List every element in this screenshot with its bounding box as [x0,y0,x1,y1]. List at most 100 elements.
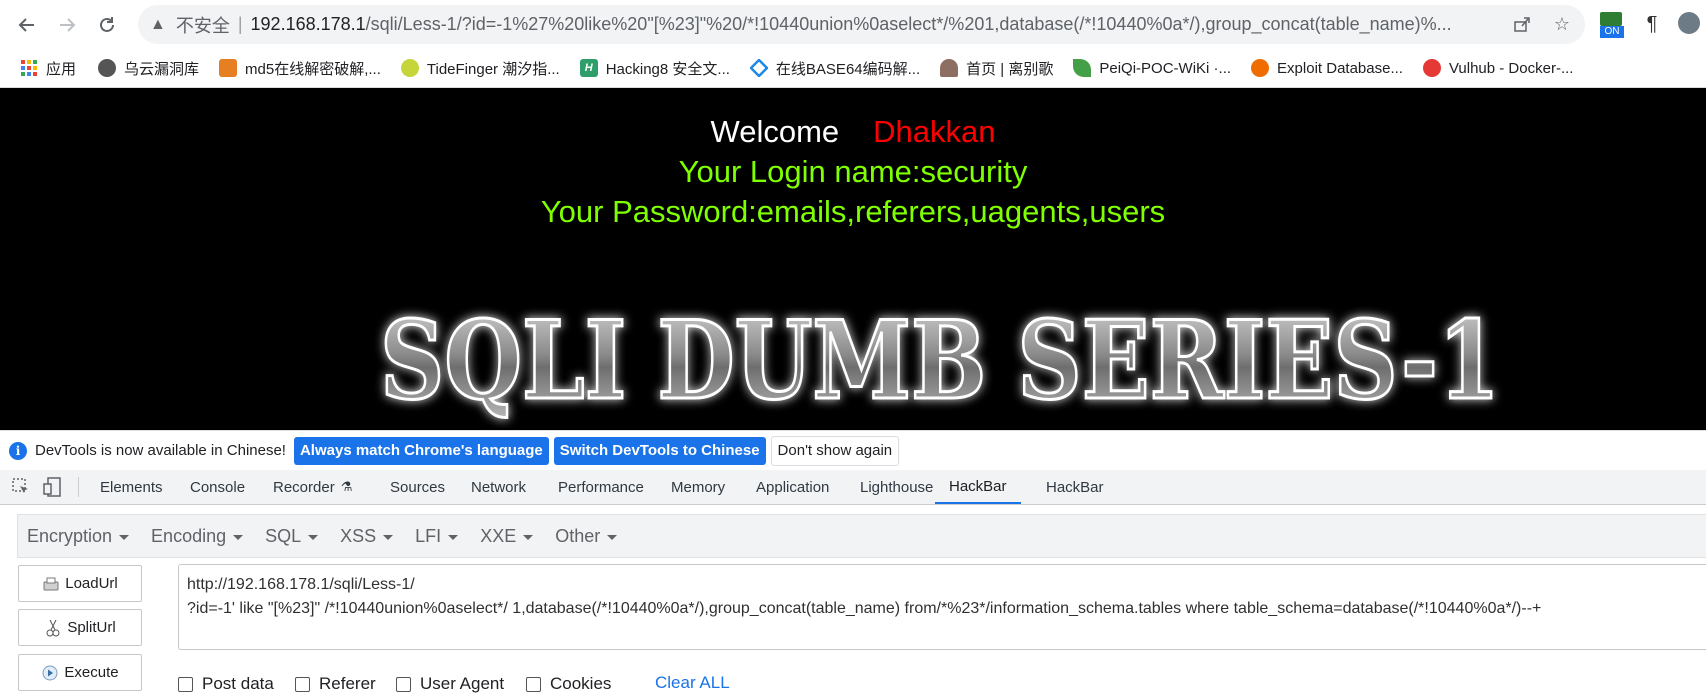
tab-hackbar-active[interactable]: HackBar [935,470,1021,504]
web-page: Welcome Dhakkan Your Login name:security … [0,88,1706,430]
extension-on-badge: ON [1600,26,1624,38]
caret-down-icon [119,534,130,540]
hackbar-extension-icon[interactable]: ON [1600,12,1624,40]
option-label: Post data [202,674,274,693]
tab-hackbar[interactable]: HackBar [1046,470,1104,504]
bookmark-md5[interactable]: md5在线解密破解,... [219,58,381,79]
bookmark-libiege[interactable]: 首页 | 离别歌 [940,58,1053,79]
profile-avatar[interactable] [1678,12,1700,34]
bookmark-label: PeiQi-POC-WiKi ·... [1099,59,1232,77]
plant-icon [940,59,959,77]
menu-other[interactable]: Other [555,525,618,547]
tab-network[interactable]: Network [471,470,526,504]
cookies-checkbox[interactable] [526,676,541,692]
tab-sources[interactable]: Sources [390,470,445,504]
execute-button[interactable]: Execute [18,654,142,691]
forward-icon[interactable] [52,10,82,40]
info-icon: i [9,441,27,460]
clear-all-link[interactable]: Clear ALL [655,673,730,693]
user-agent-option[interactable]: User Agent [396,674,504,694]
url-line-query: ?id=-1' like "[%23]" /*!10440union%0asel… [187,600,1542,617]
pilcrow-extension-icon[interactable]: ¶ [1640,12,1664,36]
tab-recorder[interactable]: Recorder ⚗ [273,470,352,504]
bookmark-label: 乌云漏洞库 [124,60,200,78]
menu-label: LFI [415,525,442,546]
welcome-line: Welcome Dhakkan [0,114,1706,150]
menu-label: SQL [265,525,302,546]
load-url-button[interactable]: LoadUrl [18,565,142,602]
tab-lighthouse[interactable]: Lighthouse [860,470,933,504]
bookmark-label: TideFinger 潮汐指... [426,60,560,78]
bookmark-label: Exploit Database... [1277,59,1403,77]
inspect-element-icon[interactable] [10,476,32,498]
bookmark-base64[interactable]: 在线BASE64编码解... [749,58,920,79]
url-line-base: http://192.168.178.1/sqli/Less-1/ [187,576,415,593]
user-name-text: Dhakkan [873,114,996,149]
bookmark-wooyun[interactable]: 乌云漏洞库 [98,58,199,79]
menu-encoding[interactable]: Encoding [151,526,244,547]
tab-memory[interactable]: Memory [671,470,725,504]
load-icon [42,575,60,593]
bookmark-vulhub[interactable]: Vulhub - Docker-... [1422,59,1573,77]
menu-label: XSS [340,525,377,546]
banner-text: SQLI DUMB SERIES-1 [380,298,1500,424]
bookmark-hacking8[interactable]: H Hacking8 安全文... [579,58,730,79]
split-url-button[interactable]: SplitUrl [18,609,142,646]
md5-icon [219,59,238,77]
leaf-icon [1073,59,1092,77]
omnibox-separator: | [237,14,243,34]
menu-label: Other [555,525,601,546]
tab-application[interactable]: Application [756,470,829,504]
menu-lfi[interactable]: LFI [415,525,459,547]
switch-to-chinese-button[interactable]: Switch DevTools to Chinese [553,436,766,465]
bookmark-tidefinger[interactable]: TideFinger 潮汐指... [400,58,560,79]
tab-performance[interactable]: Performance [558,470,644,504]
share-icon[interactable] [1510,12,1534,36]
bookmark-label: Hacking8 安全文... [605,60,730,78]
button-label: LoadUrl [65,575,118,592]
menu-xss[interactable]: XSS [340,525,394,547]
device-toolbar-icon[interactable] [42,476,64,498]
option-label: Referer [319,674,376,693]
toolbar-divider [78,477,79,497]
menu-sql[interactable]: SQL [265,525,319,547]
tab-label: Recorder [273,478,335,496]
url-path: /sqli/Less-1/?id=-1%27%20like%20"[%23]"%… [365,14,1452,34]
flask-icon: ⚗ [340,479,353,494]
bookmark-label: md5在线解密破解,... [245,60,381,78]
back-icon[interactable] [12,10,42,40]
login-name-text: Your Login name:security [678,154,1028,189]
button-label: SplitUrl [67,619,116,636]
referer-checkbox[interactable] [295,676,310,692]
play-icon [41,664,59,682]
warning-icon[interactable]: ▲ [150,16,166,34]
post-data-option[interactable]: Post data [178,674,274,694]
post-data-checkbox[interactable] [178,676,193,692]
reload-icon[interactable] [92,10,122,40]
bookmark-apps[interactable]: 应用 [20,58,76,79]
menu-label: Encryption [27,525,113,546]
user-agent-checkbox[interactable] [396,676,411,692]
url-host: 192.168.178.1 [250,14,366,34]
bookmark-exploitdb[interactable]: Exploit Database... [1251,59,1403,77]
tab-console[interactable]: Console [190,470,245,504]
menu-xxe[interactable]: XXE [480,526,534,547]
address-bar[interactable]: ▲ 不安全 | 192.168.178.1/sqli/Less-1/?id=-1… [138,5,1585,44]
caret-down-icon [233,534,244,540]
referer-option[interactable]: Referer [295,674,376,694]
cloud-icon [98,59,117,77]
button-label: Execute [64,664,119,681]
devtools-tab-bar: Elements Console Recorder ⚗ Sources Netw… [0,470,1706,505]
tab-elements[interactable]: Elements [100,470,163,504]
caret-down-icon [308,534,319,540]
url-textarea[interactable]: http://192.168.178.1/sqli/Less-1/ ?id=-1… [178,564,1706,650]
bookmark-peiqi[interactable]: PeiQi-POC-WiKi ·... [1073,59,1231,77]
always-match-language-button[interactable]: Always match Chrome's language [293,436,549,465]
vulhub-icon [1422,59,1441,77]
dont-show-again-button[interactable]: Don't show again [770,435,900,466]
bookmark-star-icon[interactable]: ☆ [1550,12,1574,36]
spider-icon [1251,59,1270,77]
cookies-option[interactable]: Cookies [526,674,611,694]
apps-grid-icon [20,59,38,77]
menu-encryption[interactable]: Encryption [27,525,130,547]
